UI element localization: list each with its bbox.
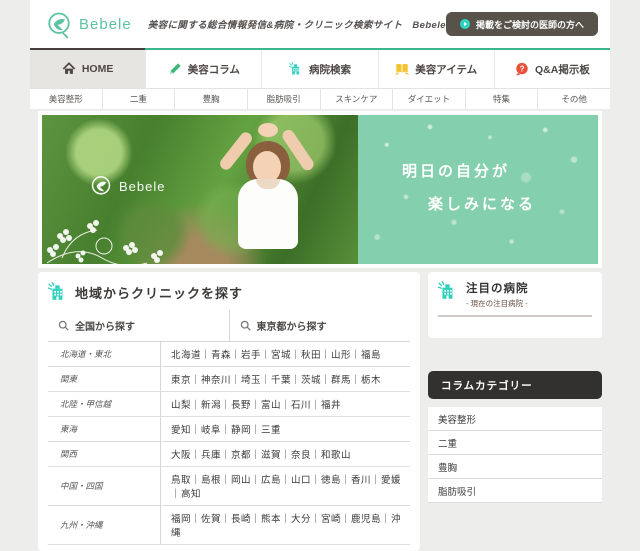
nav-item-home[interactable]: HOME bbox=[30, 48, 146, 88]
clinic-search-title-text: 地域からクリニックを探す bbox=[75, 285, 244, 301]
featured-hospital-title: 注目の病院 bbox=[466, 283, 529, 295]
featured-hospital-box: 注目の病院 - 現在の注目病院 - bbox=[428, 272, 602, 338]
catch-line-2: 楽しみになる bbox=[428, 196, 537, 213]
book-icon bbox=[395, 63, 409, 75]
subnav-item-sonota[interactable]: その他 bbox=[537, 89, 610, 109]
pencil-icon bbox=[169, 63, 181, 75]
region-pref-links[interactable]: 東京｜神奈川｜埼玉｜千葉｜茨城｜群馬｜栃木 bbox=[160, 367, 410, 391]
question-bubble-icon: ? bbox=[515, 62, 528, 76]
region-area-label: 関東 bbox=[60, 374, 78, 384]
region-area-label: 東海 bbox=[60, 424, 78, 434]
nav-item-qa-board[interactable]: ? Q&A掲示板 bbox=[493, 50, 610, 88]
hero-catchcopy: 明日の自分が 楽しみになる bbox=[358, 155, 598, 221]
logo-text: Bebele bbox=[79, 15, 132, 33]
hero-photo: Bebele bbox=[42, 115, 358, 264]
hero-banner[interactable]: Bebele 明日の自分が 楽しみになる bbox=[38, 111, 602, 268]
table-row: 中国・四国 鳥取｜島根｜岡山｜広島｜山口｜徳島｜香川｜愛媛｜高知 bbox=[48, 467, 410, 506]
nav-item-beauty-column[interactable]: 美容コラム bbox=[145, 50, 261, 88]
home-icon bbox=[62, 62, 76, 74]
list-item[interactable]: 豊胸 bbox=[428, 455, 602, 479]
hero-logo-text: Bebele bbox=[119, 178, 166, 194]
category-subnav: 美容整形 二重 豊胸 脂肪吸引 スキンケア ダイエット 特集 その他 bbox=[30, 88, 610, 109]
table-row: 関東 東京｜神奈川｜埼玉｜千葉｜茨城｜群馬｜栃木 bbox=[48, 367, 410, 392]
global-nav: HOME 美容コラム 病院検索 美容アイテム ? Q&A掲示板 bbox=[30, 48, 610, 88]
search-tabs: 全国から探す 東京都から探す bbox=[48, 310, 410, 342]
subnav-item-biyouseikei[interactable]: 美容整形 bbox=[30, 89, 102, 109]
region-pref-links[interactable]: 北海道｜青森｜岩手｜宮城｜秋田｜山形｜福島 bbox=[160, 342, 410, 366]
search-icon bbox=[58, 320, 69, 331]
region-pref-links[interactable]: 山梨｜新潟｜長野｜富山｜石川｜福井 bbox=[160, 392, 410, 416]
site-header: Bebele 美容に関する総合情報発信&病院・クリニック検索サイト Bebele… bbox=[30, 0, 610, 48]
qa-glyph: ? bbox=[520, 64, 525, 73]
hero-logo: Bebele bbox=[88, 173, 165, 199]
subnav-item-skincare[interactable]: スキンケア bbox=[319, 89, 393, 109]
clinic-search-card: 地域からクリニックを探す 全国から探す 東京都から探す 北海道・東北 北海道｜青… bbox=[38, 272, 420, 551]
nav-item-beauty-items[interactable]: 美容アイテム bbox=[377, 50, 494, 88]
tab-label: 全国から探す bbox=[75, 322, 135, 333]
woman-figure bbox=[212, 123, 332, 264]
nav-label: 美容コラム bbox=[187, 63, 240, 76]
bird-logo-icon bbox=[91, 176, 111, 195]
sidebar: 注目の病院 - 現在の注目病院 - コラムカテゴリー 美容整形 二重 豊胸 脂肪… bbox=[428, 272, 602, 503]
hospital-icon bbox=[289, 62, 300, 75]
subnav-item-shibou[interactable]: 脂肪吸引 bbox=[246, 89, 320, 109]
list-item[interactable]: 二重 bbox=[428, 431, 602, 455]
flower-decoration bbox=[46, 220, 163, 264]
tab-nationwide[interactable]: 全国から探す bbox=[48, 310, 229, 341]
doctor-signup-label: 掲載をご検討の医師の方へ bbox=[475, 19, 584, 30]
table-row: 九州・沖縄 福岡｜佐賀｜長崎｜熊本｜大分｜宮崎｜鹿児島｜沖縄 bbox=[48, 506, 410, 545]
doctor-signup-button[interactable]: 掲載をご検討の医師の方へ bbox=[445, 12, 598, 36]
region-pref-links[interactable]: 鳥取｜島根｜岡山｜広島｜山口｜徳島｜香川｜愛媛｜高知 bbox=[160, 467, 410, 505]
table-row: 北陸・甲信越 山梨｜新潟｜長野｜富山｜石川｜福井 bbox=[48, 392, 410, 417]
region-area-label: 中国・四国 bbox=[60, 481, 103, 491]
table-row: 東海 愛知｜岐阜｜静岡｜三重 bbox=[48, 417, 410, 442]
tab-label: 東京都から探す bbox=[256, 322, 327, 333]
nav-label: Q&A掲示板 bbox=[534, 63, 590, 76]
bird-logo-icon bbox=[48, 12, 70, 39]
table-row: 関西 大阪｜兵庫｜京都｜滋賀｜奈良｜和歌山 bbox=[48, 442, 410, 467]
column-category-list: 美容整形 二重 豊胸 脂肪吸引 bbox=[428, 407, 602, 503]
featured-hospital-subtitle: - 現在の注目病院 - bbox=[466, 299, 528, 308]
clinic-search-title: 地域からクリニックを探す bbox=[48, 282, 410, 302]
catch-line-1: 明日の自分が bbox=[402, 163, 511, 180]
play-circle-icon bbox=[459, 19, 470, 29]
page-container: Bebele 美容に関する総合情報発信&病院・クリニック検索サイト Bebele… bbox=[30, 0, 610, 551]
subnav-item-futae[interactable]: 二重 bbox=[101, 89, 175, 109]
site-tagline: 美容に関する総合情報発信&病院・クリニック検索サイト Bebele bbox=[147, 20, 446, 31]
hospital-icon bbox=[48, 282, 63, 300]
site-logo[interactable]: Bebele bbox=[44, 9, 132, 39]
search-icon bbox=[240, 320, 251, 331]
hero-catchcopy-panel: 明日の自分が 楽しみになる bbox=[358, 115, 598, 264]
region-table: 北海道・東北 北海道｜青森｜岩手｜宮城｜秋田｜山形｜福島 関東 東京｜神奈川｜埼… bbox=[48, 342, 410, 545]
column-category-header[interactable]: コラムカテゴリー bbox=[428, 371, 602, 399]
nav-label: 病院検索 bbox=[309, 63, 351, 76]
subnav-item-houkyou[interactable]: 豊胸 bbox=[174, 89, 247, 109]
list-item[interactable]: 脂肪吸引 bbox=[428, 479, 602, 503]
tab-tokyo[interactable]: 東京都から探す bbox=[228, 310, 411, 341]
region-area-label: 関西 bbox=[60, 449, 78, 459]
nav-item-hospital-search[interactable]: 病院検索 bbox=[261, 50, 377, 88]
subnav-item-tokushu[interactable]: 特集 bbox=[464, 89, 538, 109]
region-pref-links[interactable]: 大阪｜兵庫｜京都｜滋賀｜奈良｜和歌山 bbox=[160, 442, 410, 466]
region-area-label: 北陸・甲信越 bbox=[60, 399, 112, 409]
nav-label: 美容アイテム bbox=[415, 63, 478, 76]
nav-label: HOME bbox=[81, 63, 114, 75]
subnav-item-diet[interactable]: ダイエット bbox=[392, 89, 465, 109]
region-pref-links[interactable]: 愛知｜岐阜｜静岡｜三重 bbox=[160, 417, 410, 441]
hospital-icon bbox=[438, 281, 453, 299]
list-item[interactable]: 美容整形 bbox=[428, 407, 602, 431]
table-row: 北海道・東北 北海道｜青森｜岩手｜宮城｜秋田｜山形｜福島 bbox=[48, 342, 410, 367]
region-area-label: 九州・沖縄 bbox=[60, 520, 103, 530]
featured-hospital-header: 注目の病院 - 現在の注目病院 - bbox=[438, 280, 592, 317]
main-content: 地域からクリニックを探す 全国から探す 東京都から探す 北海道・東北 北海道｜青… bbox=[38, 272, 602, 551]
region-area-label: 北海道・東北 bbox=[60, 349, 112, 359]
region-pref-links[interactable]: 福岡｜佐賀｜長崎｜熊本｜大分｜宮崎｜鹿児島｜沖縄 bbox=[160, 506, 410, 544]
